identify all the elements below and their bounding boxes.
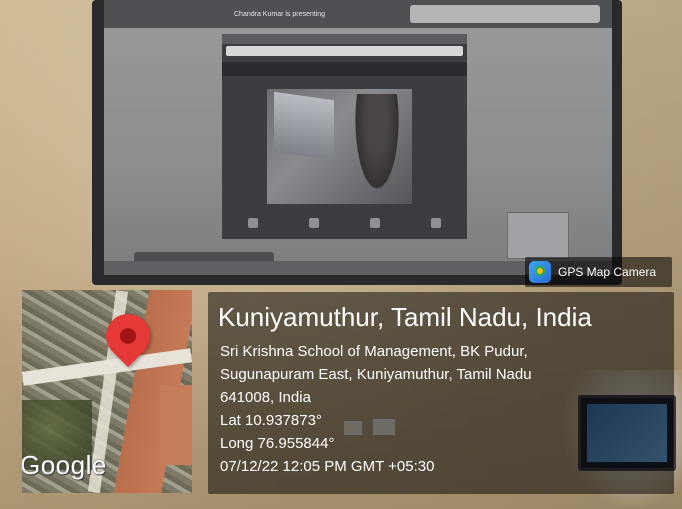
people-icon: [431, 218, 442, 228]
meeting-top-bar: Chandra Kumar is presenting: [104, 0, 612, 28]
website-feature-icons: [222, 213, 467, 233]
participant-tile: [507, 212, 569, 259]
presentation-icon: [370, 218, 381, 228]
location-details: Sri Krishna School of Management, BK Pud…: [220, 340, 532, 478]
meeting-top-right-area: [410, 5, 600, 23]
hero-person: [352, 94, 402, 199]
google-attribution: Google: [22, 450, 107, 480]
address-line-2: Sugunapuram East, Kuniyamuthur, Tamil Na…: [220, 366, 532, 383]
location-map: Google: [22, 290, 192, 493]
gps-badge-label: GPS Map Camera: [558, 265, 657, 279]
graduation-cap-icon: [247, 218, 258, 228]
hero-laptop: [274, 91, 334, 161]
browser-url-bar: [226, 46, 463, 56]
gps-map-camera-badge: GPS Map Camera: [525, 257, 672, 287]
map-field: [160, 385, 192, 465]
projected-meeting-screen: Chandra Kumar is presenting: [104, 0, 612, 275]
longitude: Long 76.955844°: [220, 435, 335, 452]
shared-browser-window: [222, 34, 467, 239]
timestamp: 07/12/22 12:05 PM GMT +05:30: [220, 458, 435, 475]
latitude: Lat 10.937873°: [220, 412, 322, 429]
presenting-text: Chandra Kumar is presenting: [234, 11, 326, 18]
location-title: Kuniyamuthur, Tamil Nadu, India: [218, 302, 592, 332]
website-nav: [222, 62, 467, 76]
browser-tabs: [222, 34, 467, 44]
stack-icon: [308, 218, 319, 228]
gps-map-camera-icon: [529, 261, 551, 283]
address-line-3: 641008, India: [220, 389, 311, 406]
address-line-1: Sri Krishna School of Management, BK Pud…: [220, 343, 528, 360]
